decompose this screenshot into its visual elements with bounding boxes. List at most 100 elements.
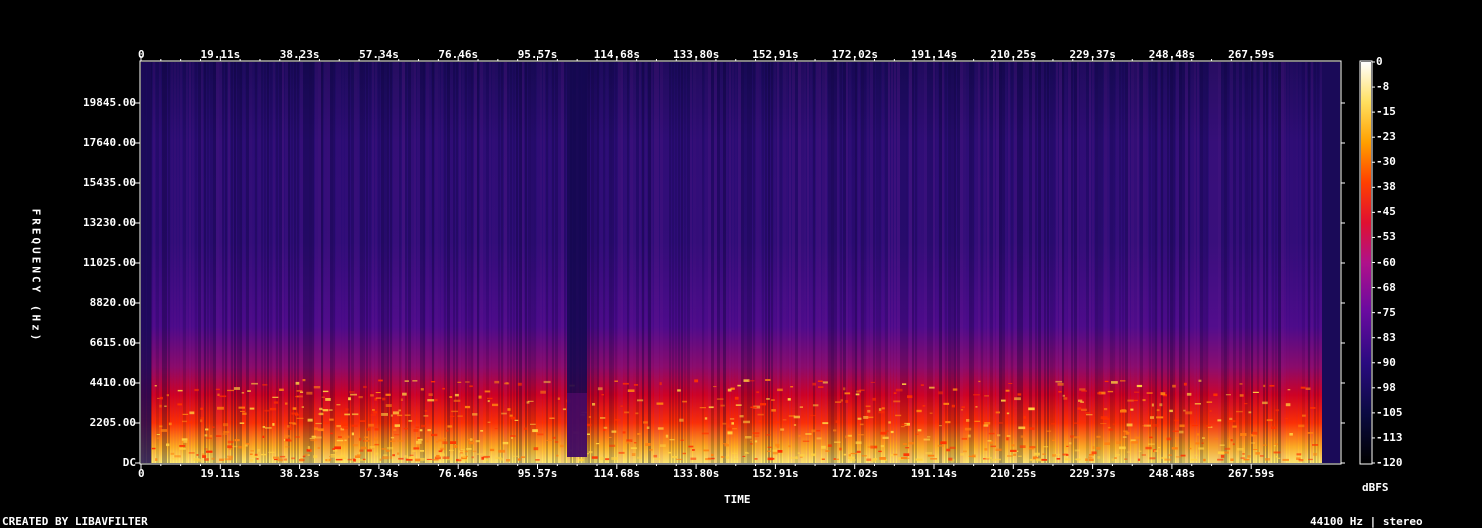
energy-cell <box>349 391 355 393</box>
energy-cell <box>1230 458 1234 461</box>
energy-cell <box>1104 380 1109 383</box>
energy-cell <box>471 456 474 459</box>
energy-cell <box>264 409 270 412</box>
energy-cell <box>777 388 783 392</box>
x-tick-label: 38.23s <box>279 48 320 61</box>
spectral-streak <box>186 62 188 463</box>
spectral-streak <box>453 62 455 463</box>
spectral-streak <box>864 62 866 463</box>
energy-cell <box>1023 416 1026 419</box>
energy-cell <box>285 402 288 405</box>
energy-cell <box>322 390 329 393</box>
energy-cell <box>848 454 851 457</box>
spectral-streak <box>408 62 411 463</box>
spectral-streak <box>1239 62 1242 463</box>
energy-cell <box>351 432 354 436</box>
energy-cell <box>194 388 199 392</box>
energy-cell <box>238 406 245 409</box>
energy-cell <box>494 427 498 430</box>
energy-cell <box>313 386 321 389</box>
spectral-streak <box>1077 62 1079 463</box>
energy-cell <box>725 456 730 459</box>
energy-cell <box>1213 393 1218 397</box>
spectral-streak <box>1128 62 1130 463</box>
spectral-streak <box>891 62 893 463</box>
energy-cell <box>330 455 336 458</box>
energy-cell <box>157 397 160 399</box>
energy-cell <box>930 458 938 460</box>
energy-cell <box>952 388 958 391</box>
spectral-streak <box>423 62 425 463</box>
energy-cell <box>217 393 220 396</box>
energy-cell <box>917 429 922 432</box>
energy-cell <box>1220 454 1225 458</box>
energy-cell <box>421 424 427 428</box>
energy-cell <box>729 418 735 420</box>
spectral-streak <box>726 62 728 463</box>
spectral-streak <box>807 62 809 463</box>
energy-cell <box>238 445 242 449</box>
energy-cell <box>682 400 687 403</box>
energy-cell <box>532 429 538 433</box>
energy-cell <box>426 440 429 443</box>
energy-cell <box>478 395 482 399</box>
energy-cell <box>937 444 944 447</box>
energy-cell <box>517 382 522 386</box>
energy-cell <box>533 447 539 451</box>
spectral-streak <box>918 62 921 463</box>
energy-cell <box>769 457 775 460</box>
energy-cell <box>775 443 780 447</box>
energy-cell <box>351 424 358 427</box>
spectral-streak <box>492 62 495 463</box>
spectral-streak <box>183 62 186 463</box>
energy-cell <box>1156 416 1164 419</box>
energy-cell <box>775 421 781 423</box>
energy-cell <box>822 381 828 384</box>
energy-cell <box>737 384 741 387</box>
spectrogram-chart <box>135 56 1375 469</box>
colorbar-tick-label: -8 <box>1376 80 1390 94</box>
energy-cell <box>300 458 304 462</box>
spectral-streak <box>516 62 518 463</box>
energy-cell <box>363 385 367 389</box>
energy-cell <box>727 427 732 431</box>
energy-cell <box>413 447 420 450</box>
energy-cell <box>1149 436 1153 439</box>
energy-cell <box>284 446 290 448</box>
energy-cell <box>997 434 1001 437</box>
energy-cell <box>1186 392 1192 396</box>
spectral-streak <box>717 62 720 463</box>
energy-cell <box>722 422 727 425</box>
energy-cell <box>155 458 158 461</box>
energy-cell <box>457 381 462 383</box>
energy-cell <box>329 418 334 421</box>
energy-cell <box>1086 414 1093 416</box>
energy-cell <box>498 449 506 453</box>
energy-cell <box>360 446 368 450</box>
spectral-streak <box>306 62 309 463</box>
energy-cell <box>711 453 714 457</box>
energy-cell <box>279 455 286 458</box>
energy-cell <box>341 427 349 429</box>
energy-cell <box>618 451 625 454</box>
energy-cell <box>961 406 965 409</box>
energy-cell <box>156 437 161 439</box>
energy-cell <box>296 390 303 392</box>
energy-cell <box>442 441 448 445</box>
energy-cell <box>915 433 919 435</box>
spectral-streak <box>783 62 786 463</box>
energy-cell <box>811 453 816 457</box>
energy-cell <box>509 414 513 417</box>
energy-cell <box>1273 445 1276 447</box>
energy-cell <box>782 419 787 421</box>
energy-cell <box>487 397 493 400</box>
energy-cell <box>287 425 290 428</box>
energy-cell <box>984 395 989 397</box>
spectral-streak <box>1185 62 1188 463</box>
energy-cell <box>1203 458 1206 462</box>
energy-cell <box>159 396 163 400</box>
energy-cell <box>835 401 842 403</box>
energy-cell <box>205 450 213 453</box>
energy-cell <box>189 411 195 415</box>
spectral-streak <box>630 62 633 463</box>
